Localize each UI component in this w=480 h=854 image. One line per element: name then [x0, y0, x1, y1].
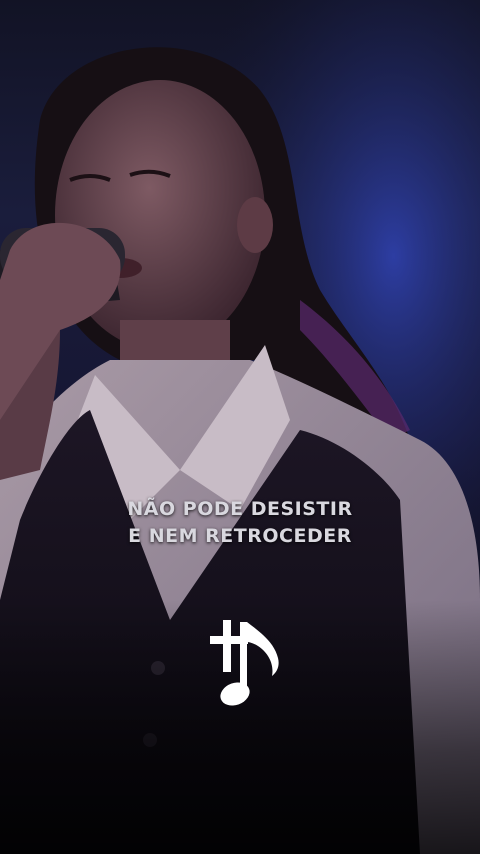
lyrics-line-2: E NEM RETROCEDER	[128, 525, 352, 547]
lyrics-line-1: NÃO PODE DESISTIR	[127, 498, 353, 520]
lyrics-caption: NÃO PODE DESISTIR E NEM RETROCEDER	[0, 496, 480, 550]
cross-music-note-icon	[210, 620, 279, 706]
video-frame[interactable]: NÃO PODE DESISTIR E NEM RETROCEDER	[0, 0, 480, 854]
